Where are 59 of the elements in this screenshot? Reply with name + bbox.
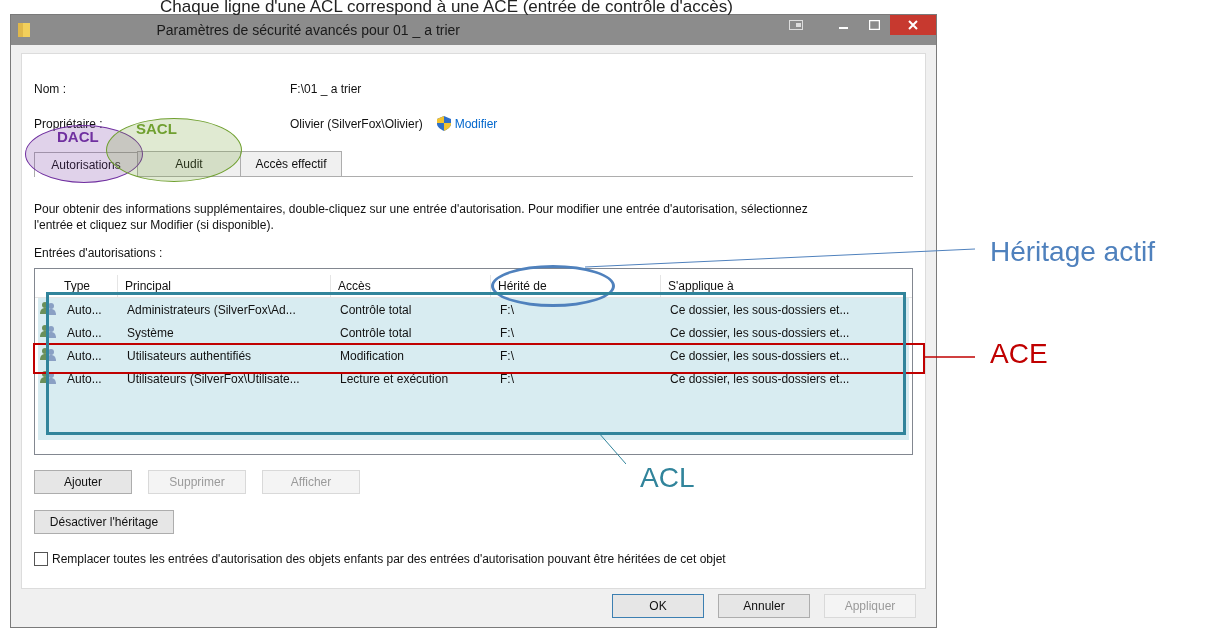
description-text: Pour obtenir des informations supplémentaires, double-cliquez sur une entrée d'autorisation. Pour modifier une entrée d'autorisation, sélectionnez l'entrée et cliquez sur Modifier (si disponible). [34, 201, 809, 233]
table-cell-text: Ce dossier, les sous-dossiers et... [669, 348, 851, 363]
table-cell-text: Ce dossier, les sous-dossiers et... [669, 325, 851, 340]
close-icon [908, 20, 918, 30]
annotation-label: ACL [640, 462, 695, 494]
users-icon [40, 301, 56, 315]
table-cell-text: F:\ [499, 302, 515, 317]
table-cell-text: Système [126, 325, 175, 340]
column-header[interactable]: Accès [338, 279, 371, 293]
table-cell-text: F:\ [499, 325, 515, 340]
modify-link[interactable]: Modifier [436, 116, 498, 131]
maximize-icon[interactable] [868, 20, 880, 30]
annotation-label: Héritage actif [990, 236, 1155, 268]
list-action-button[interactable]: Ajouter [34, 470, 132, 494]
folder-icon [17, 22, 31, 38]
annotation-label: SACL [136, 120, 177, 137]
shield-icon [436, 116, 451, 131]
table-cell-text: Contrôle total [339, 325, 413, 340]
tab[interactable]: Accès effectif [240, 151, 342, 176]
window-title: Paramètres de sécurité avancés pour 01 _ a trier [155, 22, 461, 38]
field-label: Propriétaire : [34, 116, 103, 131]
tab[interactable]: Audit [137, 151, 241, 176]
caption-text: Chaque ligne d'une ACL correspond à une ACE (entrée de contrôle d'accès) [159, 0, 734, 14]
dialog-button[interactable]: OK [612, 594, 704, 618]
checkbox[interactable] [34, 552, 48, 566]
table-cell-text: Ce dossier, les sous-dossiers et... [669, 371, 851, 386]
table-cell-text: F:\ [499, 348, 515, 363]
annotation-label: DACL [57, 128, 99, 145]
table-cell-text: F:\ [499, 371, 515, 386]
field-value: F:\01 _ a trier [290, 82, 362, 96]
column-header[interactable]: Type [64, 279, 90, 293]
table-cell-text: Ce dossier, les sous-dossiers et... [669, 302, 851, 317]
table-cell-text: Auto... [66, 348, 103, 363]
table-cell-text: Auto... [66, 371, 103, 386]
field-value: Olivier (SilverFox\Olivier) [290, 116, 423, 131]
table-cell-text: Auto... [66, 325, 103, 340]
leader-line [923, 356, 975, 358]
annotation-label: ACE [990, 338, 1048, 370]
column-header[interactable]: S'applique à [668, 279, 734, 293]
dialog-button[interactable]: Annuler [718, 594, 810, 618]
users-icon [40, 347, 56, 361]
table-cell-text: Utilisateurs authentifiés [126, 348, 253, 363]
table-cell-text: Utilisateurs (SilverFox\Utilisate... [126, 371, 301, 386]
table-cell-text: Lecture et exécution [339, 371, 450, 386]
table-cell-text: Administrateurs (SilverFox\Ad... [126, 302, 297, 317]
table-cell-text: Auto... [66, 302, 103, 317]
snap-icon[interactable] [789, 20, 803, 30]
list-label: Entrées d'autorisations : [34, 246, 163, 260]
close-button[interactable] [890, 15, 936, 35]
checkbox-label: Remplacer toutes les entrées d'autorisation des objets enfants par des entrées d'autorisation pouvant être héritées de cet objet [52, 552, 726, 566]
table-cell-text: Contrôle total [339, 302, 413, 317]
disable-inheritance-button[interactable]: Désactiver l'héritage [34, 510, 174, 534]
field-label: Nom : [34, 82, 66, 96]
leader-line [598, 432, 626, 464]
column-header[interactable]: Hérité de [498, 279, 547, 293]
users-icon [40, 324, 56, 338]
column-header[interactable]: Principal [125, 279, 172, 293]
table-cell-text: Modification [339, 348, 406, 363]
users-icon [40, 370, 56, 384]
